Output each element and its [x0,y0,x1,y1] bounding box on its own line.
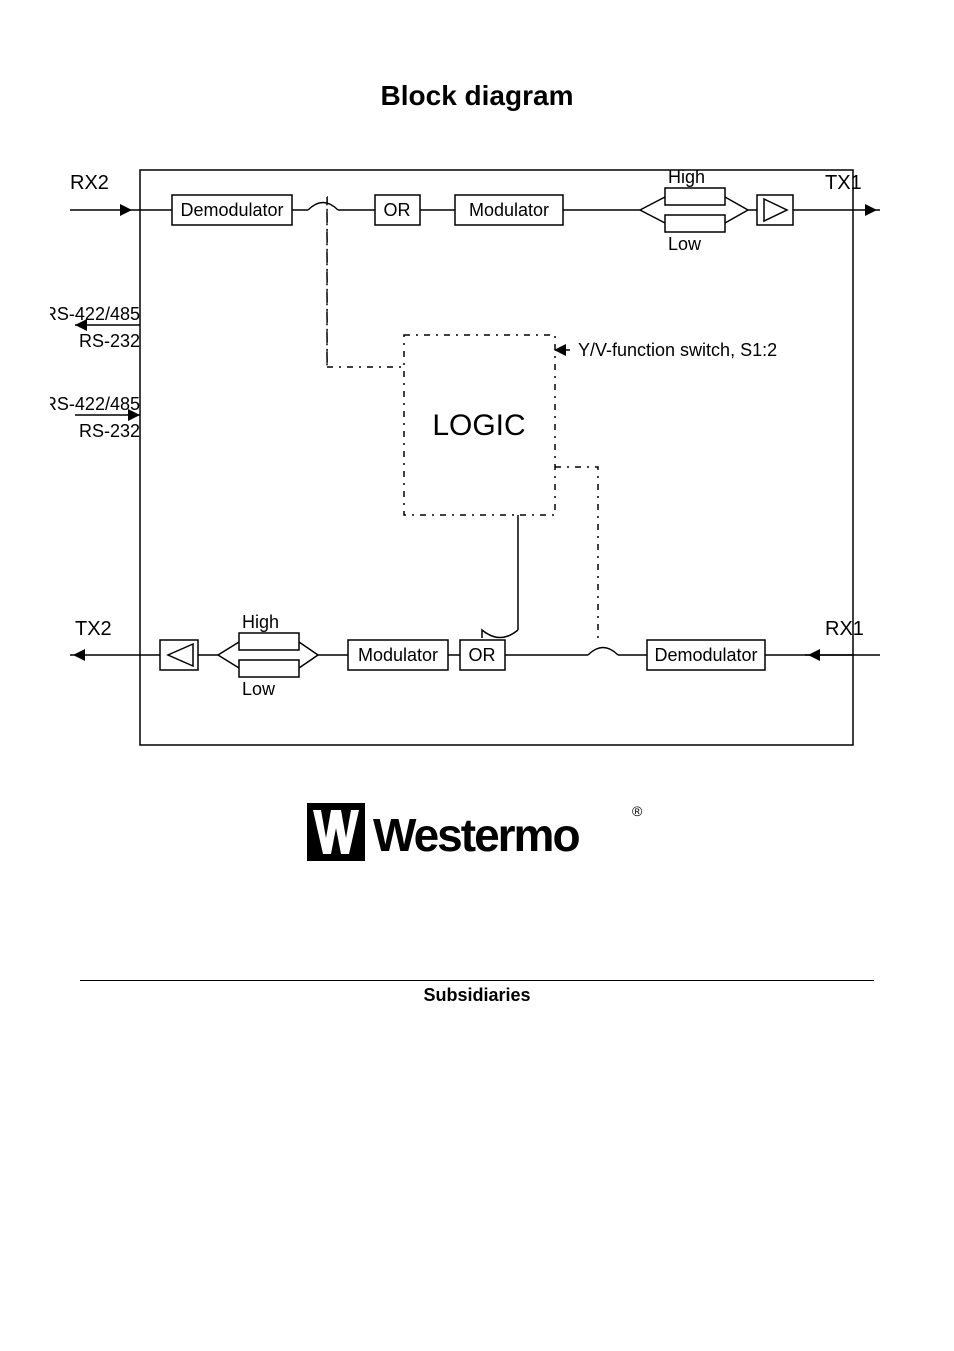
label-rs422-in: RS-422/485 [50,304,140,324]
block-demod-top: Demodulator [180,200,283,220]
label-low-bot: Low [242,679,276,699]
block-demod-bot: Demodulator [654,645,757,665]
brand-logo: Westermo ® [0,798,954,878]
label-tx2: TX2 [75,618,112,640]
block-logic: LOGIC [432,409,525,442]
page-title: Block diagram [0,80,954,112]
block-or-bot: OR [469,645,496,665]
subsidiaries-heading: Subsidiaries [80,980,874,1006]
block-mod-top: Modulator [469,200,549,220]
label-rs232-out: RS-232 [79,421,140,441]
label-rx2: RX2 [70,172,109,194]
label-rs232-in: RS-232 [79,331,140,351]
label-high-top: High [668,167,705,187]
label-high-bot: High [242,612,279,632]
brand-tm: ® [632,803,643,819]
label-rs422-out: RS-422/485 [50,394,140,414]
label-tx1: TX1 [825,172,862,194]
block-or-top: OR [384,200,411,220]
brand-wordmark: Westermo [373,809,579,861]
label-low-top: Low [668,234,702,254]
label-rx1: RX1 [825,618,864,640]
block-diagram: RX2 Demodulator OR Modulator [50,155,880,755]
block-mod-bot: Modulator [358,645,438,665]
label-switch: Y/V-function switch, S1:2 [578,340,777,360]
